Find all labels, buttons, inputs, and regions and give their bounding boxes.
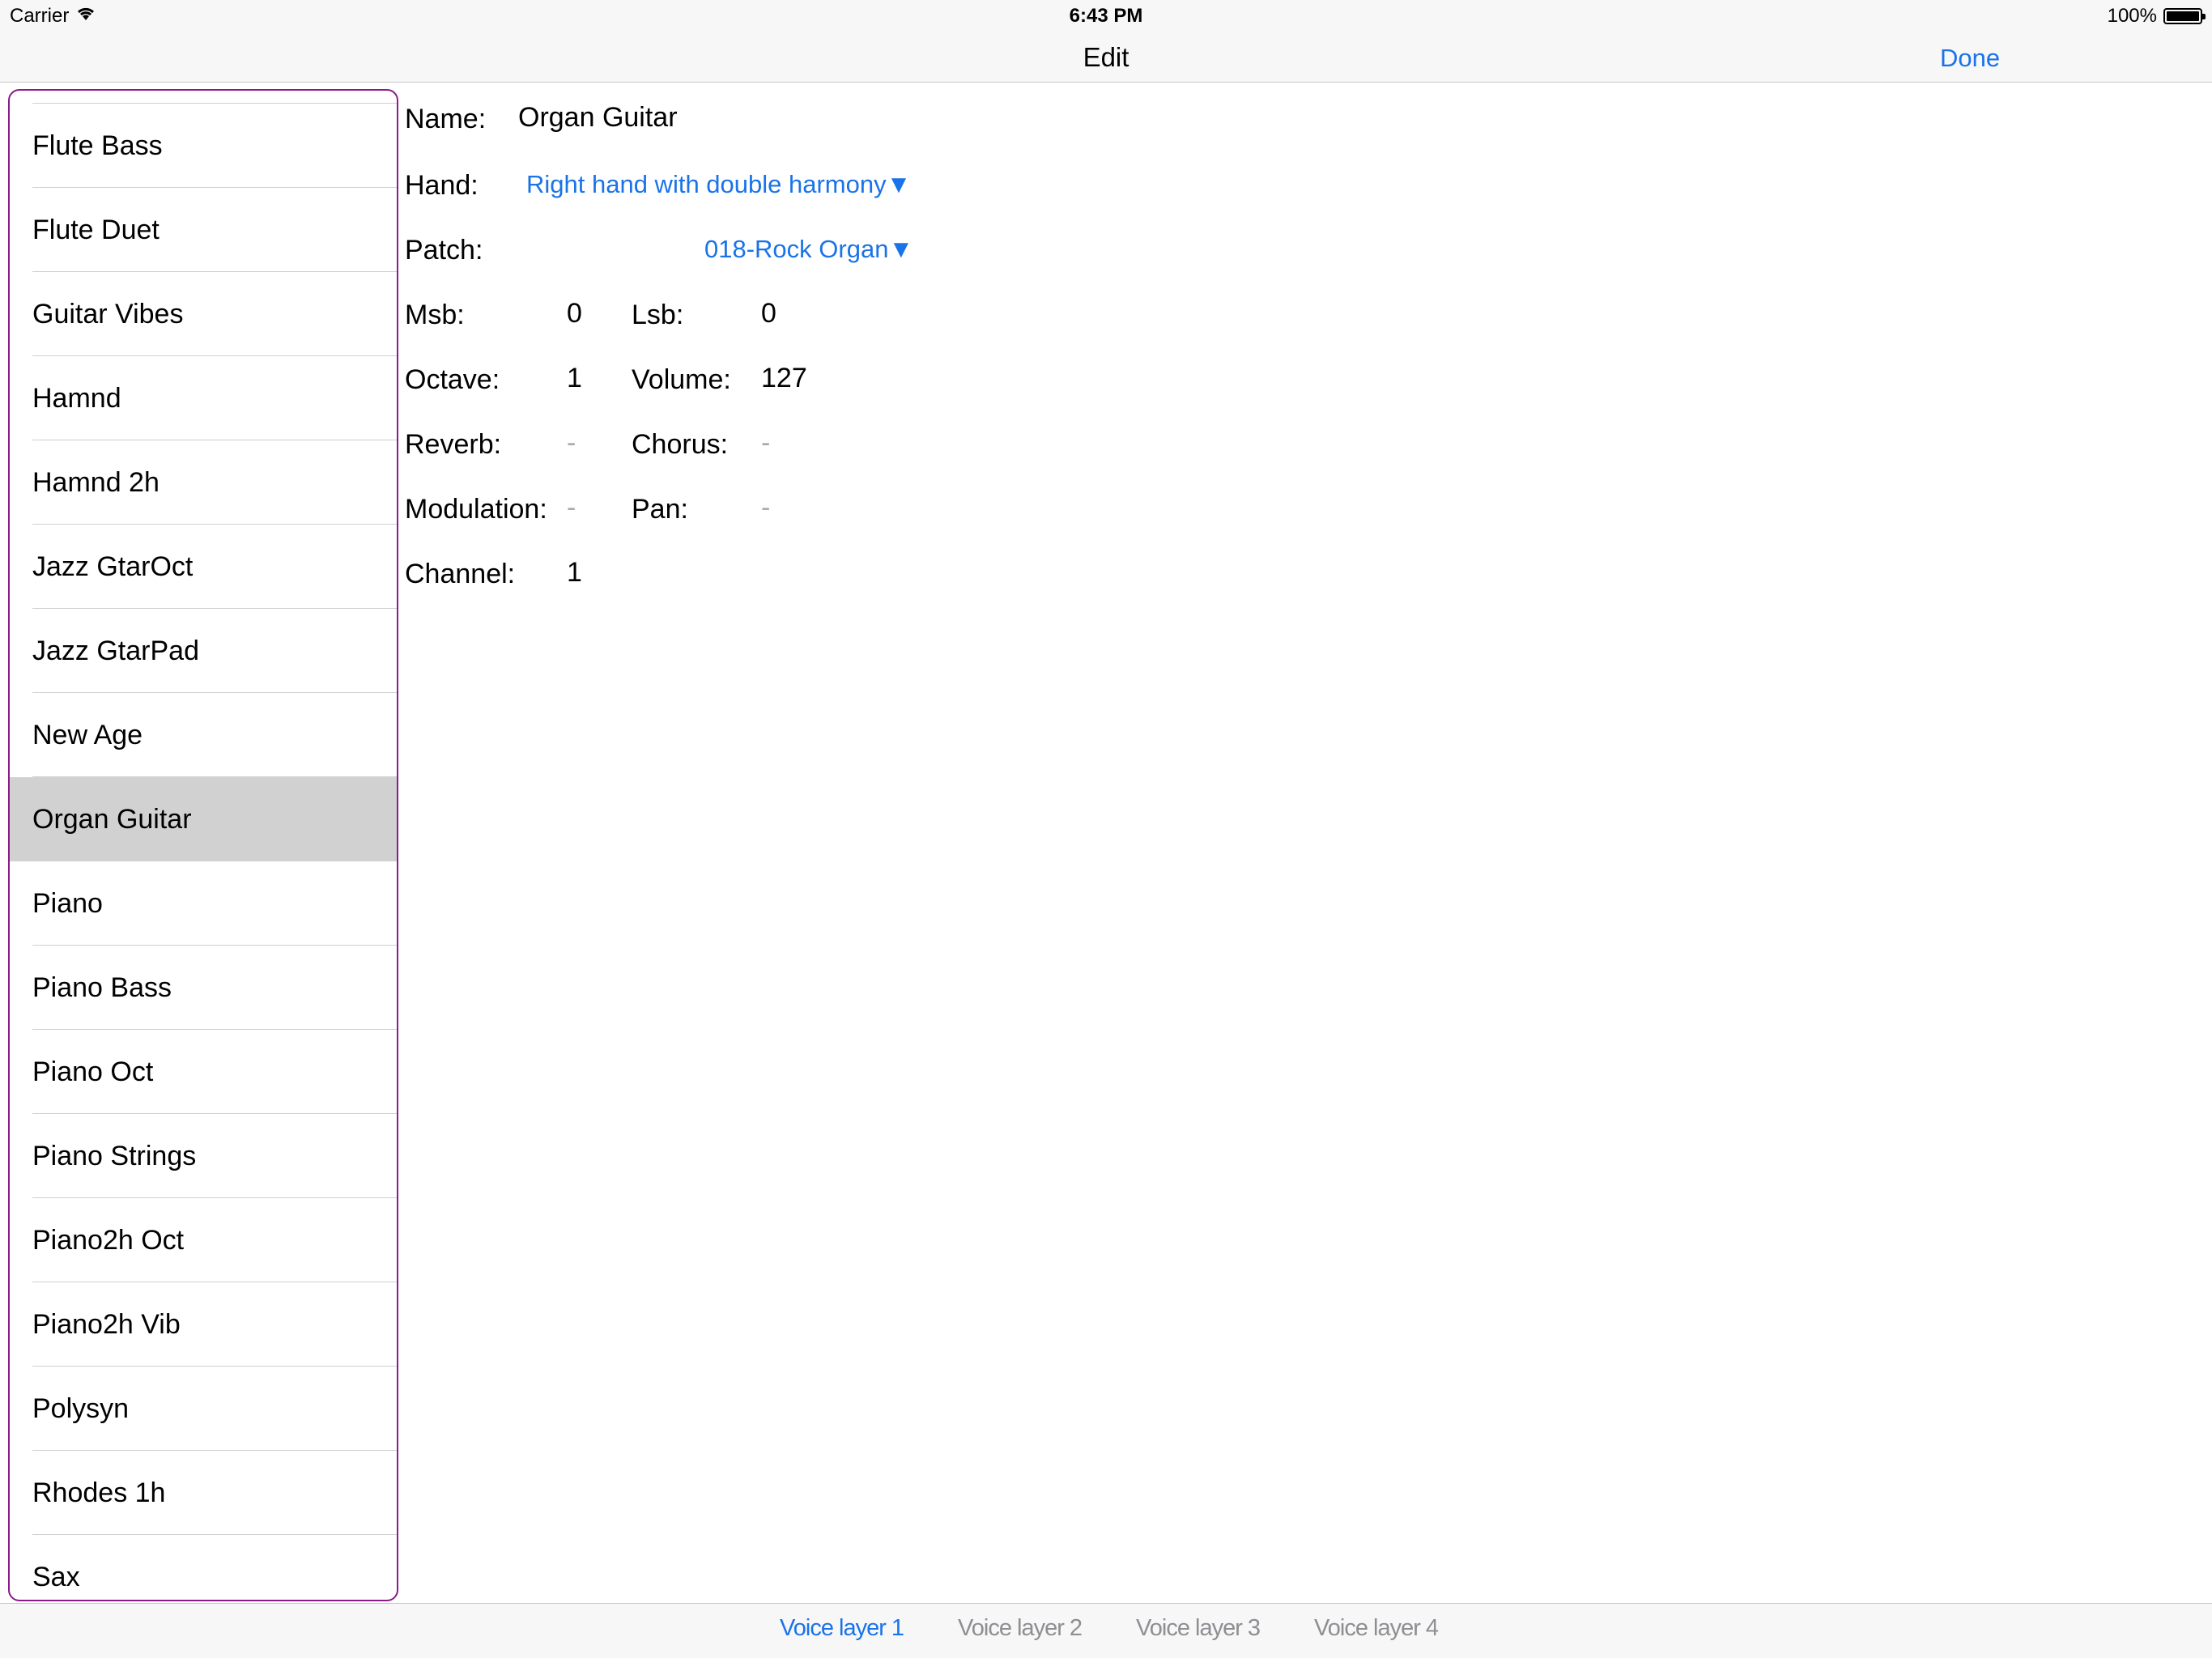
list-item[interactable]: Piano Strings xyxy=(10,1114,397,1198)
battery-icon xyxy=(2163,8,2206,24)
list-item[interactable]: Hamnd xyxy=(10,356,397,440)
octave-value[interactable]: 1 xyxy=(567,363,582,394)
list-item[interactable]: New Age xyxy=(10,693,397,777)
list-item[interactable]: Piano Bass xyxy=(10,946,397,1030)
voice-list-scroll: Distort GtarFlute BassFlute DuetGuitar V… xyxy=(10,91,397,1600)
msb-value[interactable]: 0 xyxy=(567,298,582,329)
chorus-value[interactable]: - xyxy=(761,427,770,459)
list-item[interactable]: Piano xyxy=(10,861,397,946)
list-item[interactable]: Distort Gtar xyxy=(10,91,397,104)
list-item[interactable]: Flute Bass xyxy=(10,104,397,188)
clock: 6:43 PM xyxy=(1069,5,1143,27)
lsb-label: Lsb: xyxy=(632,300,684,330)
reverb-value[interactable]: - xyxy=(567,427,576,459)
octave-label: Octave: xyxy=(405,364,500,395)
hand-label: Hand: xyxy=(405,170,479,201)
volume-label: Volume: xyxy=(632,364,731,395)
voice-detail-form: Name: Organ Guitar Hand: Right hand with… xyxy=(405,89,2202,1603)
list-item[interactable]: Jazz GtarPad xyxy=(10,609,397,693)
patch-label: Patch: xyxy=(405,235,483,266)
voice-list[interactable]: Distort GtarFlute BassFlute DuetGuitar V… xyxy=(8,89,398,1601)
list-item[interactable]: Polysyn xyxy=(10,1367,397,1451)
modulation-label: Modulation: xyxy=(405,494,547,525)
list-item[interactable]: Organ Guitar xyxy=(10,777,397,861)
done-button[interactable]: Done xyxy=(1940,44,2000,73)
reverb-label: Reverb: xyxy=(405,429,502,460)
page-title: Edit xyxy=(1083,42,1129,72)
tab-voice-layer-1[interactable]: Voice layer 1 xyxy=(780,1615,904,1642)
navigation-bar: Edit Done xyxy=(0,32,2212,83)
list-item[interactable]: Guitar Vibes xyxy=(10,272,397,356)
voice-layer-tabs: Voice layer 1 Voice layer 2 Voice layer … xyxy=(0,1603,2212,1658)
list-item[interactable]: Jazz GtarOct xyxy=(10,525,397,609)
lsb-value[interactable]: 0 xyxy=(761,298,776,329)
tab-voice-layer-4[interactable]: Voice layer 4 xyxy=(1314,1615,1439,1642)
hand-dropdown[interactable]: Right hand with double harmony▼ xyxy=(526,170,911,199)
volume-value[interactable]: 127 xyxy=(761,363,807,394)
list-item[interactable]: Flute Duet xyxy=(10,188,397,272)
patch-dropdown[interactable]: 018-Rock Organ▼ xyxy=(704,235,913,264)
status-right: 100% xyxy=(2107,5,2206,28)
pan-label: Pan: xyxy=(632,494,688,525)
channel-label: Channel: xyxy=(405,559,516,589)
list-item[interactable]: Piano Oct xyxy=(10,1030,397,1114)
chorus-label: Chorus: xyxy=(632,429,729,460)
name-label: Name: xyxy=(405,104,487,134)
list-item[interactable]: Sax xyxy=(10,1535,397,1600)
msb-label: Msb: xyxy=(405,300,465,330)
tab-voice-layer-3[interactable]: Voice layer 3 xyxy=(1136,1615,1261,1642)
status-bar: Carrier 6:43 PM 100% xyxy=(0,0,2212,32)
channel-value[interactable]: 1 xyxy=(567,557,582,589)
name-value[interactable]: Organ Guitar xyxy=(518,102,678,134)
modulation-value[interactable]: - xyxy=(567,492,576,524)
list-item[interactable]: Piano2h Oct xyxy=(10,1198,397,1282)
battery-percent: 100% xyxy=(2107,5,2157,27)
list-item[interactable]: Hamnd 2h xyxy=(10,440,397,525)
list-item[interactable]: Rhodes 1h xyxy=(10,1451,397,1535)
pan-value[interactable]: - xyxy=(761,492,770,524)
list-item[interactable]: Piano2h Vib xyxy=(10,1282,397,1367)
tab-voice-layer-2[interactable]: Voice layer 2 xyxy=(958,1615,1083,1642)
